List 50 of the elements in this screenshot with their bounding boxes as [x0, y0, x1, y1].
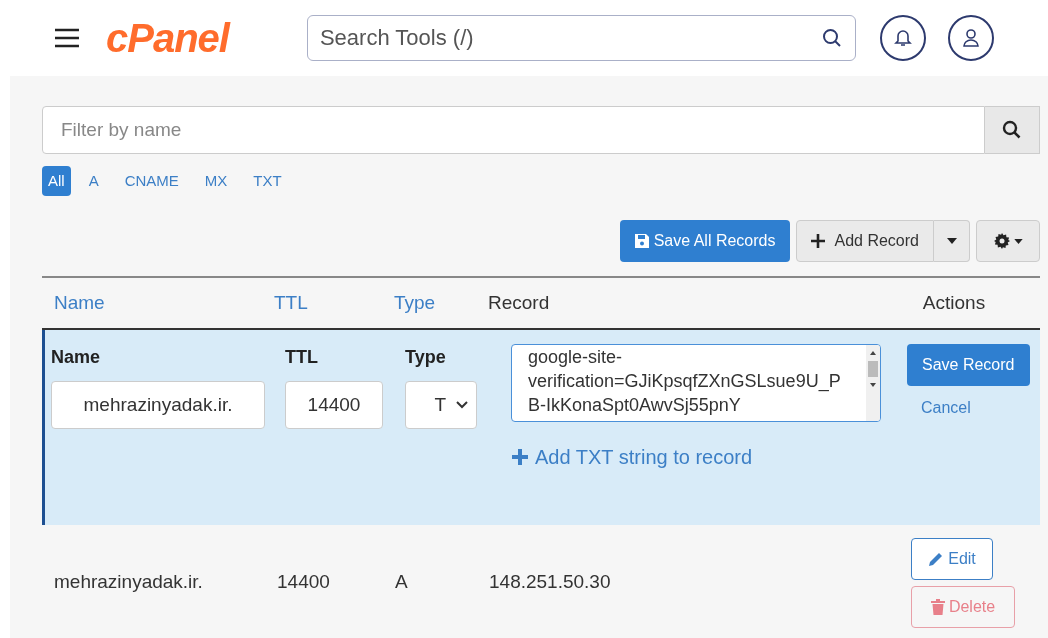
name-field[interactable]: mehrazinyadak.ir.	[51, 381, 265, 429]
record-textarea[interactable]: google-site-verification=GJiKpsqfZXnGSLsue9U_PB-IkKonaSpt0AwvSj55pnY	[511, 344, 881, 422]
search-field[interactable]: Search Tools (/)	[306, 15, 857, 61]
bell-icon	[894, 28, 913, 48]
scrollbar[interactable]	[866, 345, 880, 421]
notifications-button[interactable]	[880, 15, 927, 61]
user-button[interactable]	[948, 15, 994, 61]
column-header: Record	[488, 291, 550, 313]
settings-icon	[993, 233, 1010, 249]
delete-button[interactable]: Delete	[911, 585, 1015, 628]
filter-tab[interactable]: MX	[196, 166, 236, 196]
add-record-button[interactable]: Add Record	[795, 220, 934, 262]
field-label: Type	[405, 346, 447, 369]
chevron-icon	[456, 401, 468, 409]
pencil-icon	[928, 550, 945, 567]
table-cell: mehrazinyadak.ir.	[54, 571, 203, 593]
search-icon	[822, 28, 843, 48]
caret-icon	[1013, 238, 1023, 244]
save-record-button[interactable]: Save Record	[907, 344, 1030, 386]
user-icon	[962, 28, 981, 48]
trash-icon	[930, 598, 945, 615]
save-all-button[interactable]: Save All Records	[619, 220, 790, 262]
column-header: Actions	[922, 291, 986, 313]
column-header[interactable]: Type	[394, 291, 436, 313]
table-cell: 148.251.50.30	[489, 571, 611, 593]
ttl-field[interactable]: 14400	[285, 381, 383, 429]
logo[interactable]: cPanel	[105, 18, 229, 58]
caret-icon	[946, 238, 957, 244]
field-label: Name	[51, 346, 102, 369]
edit-button[interactable]: Edit	[911, 537, 993, 580]
floppy-icon	[633, 233, 650, 249]
table-cell: 14400	[277, 571, 330, 593]
menu-icon[interactable]	[54, 27, 80, 49]
type-select[interactable]: T	[405, 381, 477, 429]
plus-icon	[511, 448, 529, 466]
column-header[interactable]: Name	[54, 291, 105, 313]
filter-tab[interactable]: A	[80, 166, 107, 196]
search-icon	[1002, 120, 1022, 140]
add-string-link[interactable]: Add TXT string to record	[511, 442, 901, 472]
field-label: TTL	[285, 346, 319, 369]
cancel-link[interactable]: Cancel	[921, 396, 971, 420]
column-header[interactable]: TTL	[274, 291, 308, 313]
plus-icon	[810, 234, 825, 248]
filter-tab[interactable]: CNAME	[116, 166, 187, 196]
filter-field[interactable]: Filter by name	[42, 106, 985, 154]
search-button[interactable]	[985, 106, 1040, 154]
filter-tab[interactable]: All	[42, 166, 71, 196]
table-cell: A	[395, 571, 408, 593]
settings-button[interactable]	[976, 220, 1040, 262]
filter-tab[interactable]: TXT	[245, 166, 290, 196]
